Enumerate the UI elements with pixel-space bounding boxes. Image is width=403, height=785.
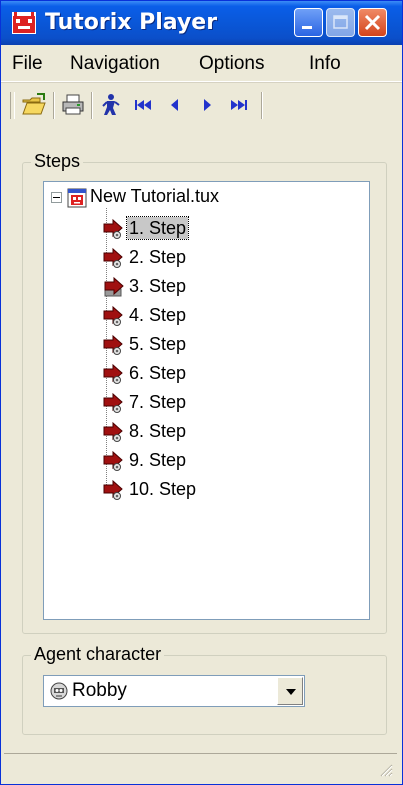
tree-step-label: 3. Step	[129, 276, 187, 296]
step-arrow-icon	[103, 334, 123, 355]
tutorix-player-window: Tutorix Player File Navigation Options I…	[0, 0, 403, 785]
step-arrow-icon	[103, 479, 123, 500]
tree-step-item[interactable]: 2. Step	[88, 244, 288, 272]
tree-step-label: 9. Step	[129, 450, 187, 470]
agent-character-value: Robby	[72, 680, 127, 701]
tree-step-label: 7. Step	[129, 392, 187, 412]
window-title: Tutorix Player	[45, 10, 218, 35]
tree-step-item[interactable]: 6. Step	[88, 360, 288, 388]
last-step-icon[interactable]	[226, 92, 252, 118]
steps-group-label: Steps	[31, 151, 84, 172]
previous-step-icon[interactable]	[162, 92, 188, 118]
toolbar-separator	[261, 92, 263, 119]
agent-character-select[interactable]: Robby	[43, 675, 305, 707]
tutorix-app-icon	[12, 12, 36, 34]
steps-tree[interactable]: New Tutorial.tux 1. Step 2. Step 3. Step 4.…	[43, 181, 370, 620]
toolbar-separator	[91, 92, 93, 119]
next-step-icon[interactable]	[194, 92, 220, 118]
tree-step-label: 10. Step	[129, 479, 197, 499]
tree-step-label: 2. Step	[129, 247, 187, 267]
maximize-icon	[333, 15, 348, 29]
tree-step-item[interactable]: 9. Step	[88, 447, 288, 475]
close-button[interactable]	[358, 8, 387, 37]
step-arrow-icon	[103, 363, 123, 384]
step-arrow-disabled-icon	[104, 276, 124, 297]
tree-step-item[interactable]: 5. Step	[88, 331, 288, 359]
collapse-toggle[interactable]	[51, 192, 62, 203]
menu-options[interactable]: Options	[199, 53, 264, 75]
open-folder-icon[interactable]	[21, 92, 47, 118]
step-arrow-icon	[103, 421, 123, 442]
minimize-icon	[302, 26, 312, 29]
step-arrow-icon	[103, 392, 123, 413]
agent-character-label: Agent character	[31, 644, 165, 665]
title-bar[interactable]: Tutorix Player	[1, 1, 402, 46]
print-icon[interactable]	[60, 92, 86, 118]
tree-step-item[interactable]: 7. Step	[88, 389, 288, 417]
agent-icon[interactable]	[98, 92, 124, 118]
tree-step-item[interactable]: 8. Step	[88, 418, 288, 446]
menu-file[interactable]: File	[12, 53, 43, 75]
status-bar	[4, 753, 397, 781]
menu-bar: File Navigation Options Info	[1, 45, 402, 82]
tree-step-label: 4. Step	[129, 305, 187, 325]
close-icon	[364, 14, 381, 31]
step-arrow-icon	[103, 305, 123, 326]
robot-icon	[50, 682, 68, 700]
tree-step-item[interactable]: 3. Step	[88, 273, 288, 301]
tree-step-item[interactable]: 4. Step	[88, 302, 288, 330]
toolbar-grip[interactable]	[10, 92, 15, 119]
menu-navigation[interactable]: Navigation	[70, 53, 160, 75]
step-arrow-icon	[103, 247, 123, 268]
tree-step-label: 8. Step	[129, 421, 187, 441]
tree-step-label: 1. Step	[125, 216, 190, 240]
tree-step-item[interactable]: 1. Step	[88, 215, 288, 243]
maximize-button[interactable]	[326, 8, 355, 37]
step-arrow-icon	[103, 218, 123, 239]
dropdown-arrow-button[interactable]	[277, 677, 303, 705]
menu-info[interactable]: Info	[309, 53, 341, 75]
resize-grip-icon[interactable]	[377, 761, 393, 777]
tree-step-label: 5. Step	[129, 334, 187, 354]
toolbar	[1, 82, 402, 127]
toolbar-separator	[53, 92, 55, 119]
tree-step-item[interactable]: 10. Step	[88, 476, 288, 504]
step-arrow-icon	[103, 450, 123, 471]
tree-step-label: 6. Step	[129, 363, 187, 383]
tree-root-label[interactable]: New Tutorial.tux	[90, 186, 219, 207]
tutorial-file-icon	[67, 188, 87, 208]
first-step-icon[interactable]	[130, 92, 156, 118]
minimize-button[interactable]	[294, 8, 323, 37]
